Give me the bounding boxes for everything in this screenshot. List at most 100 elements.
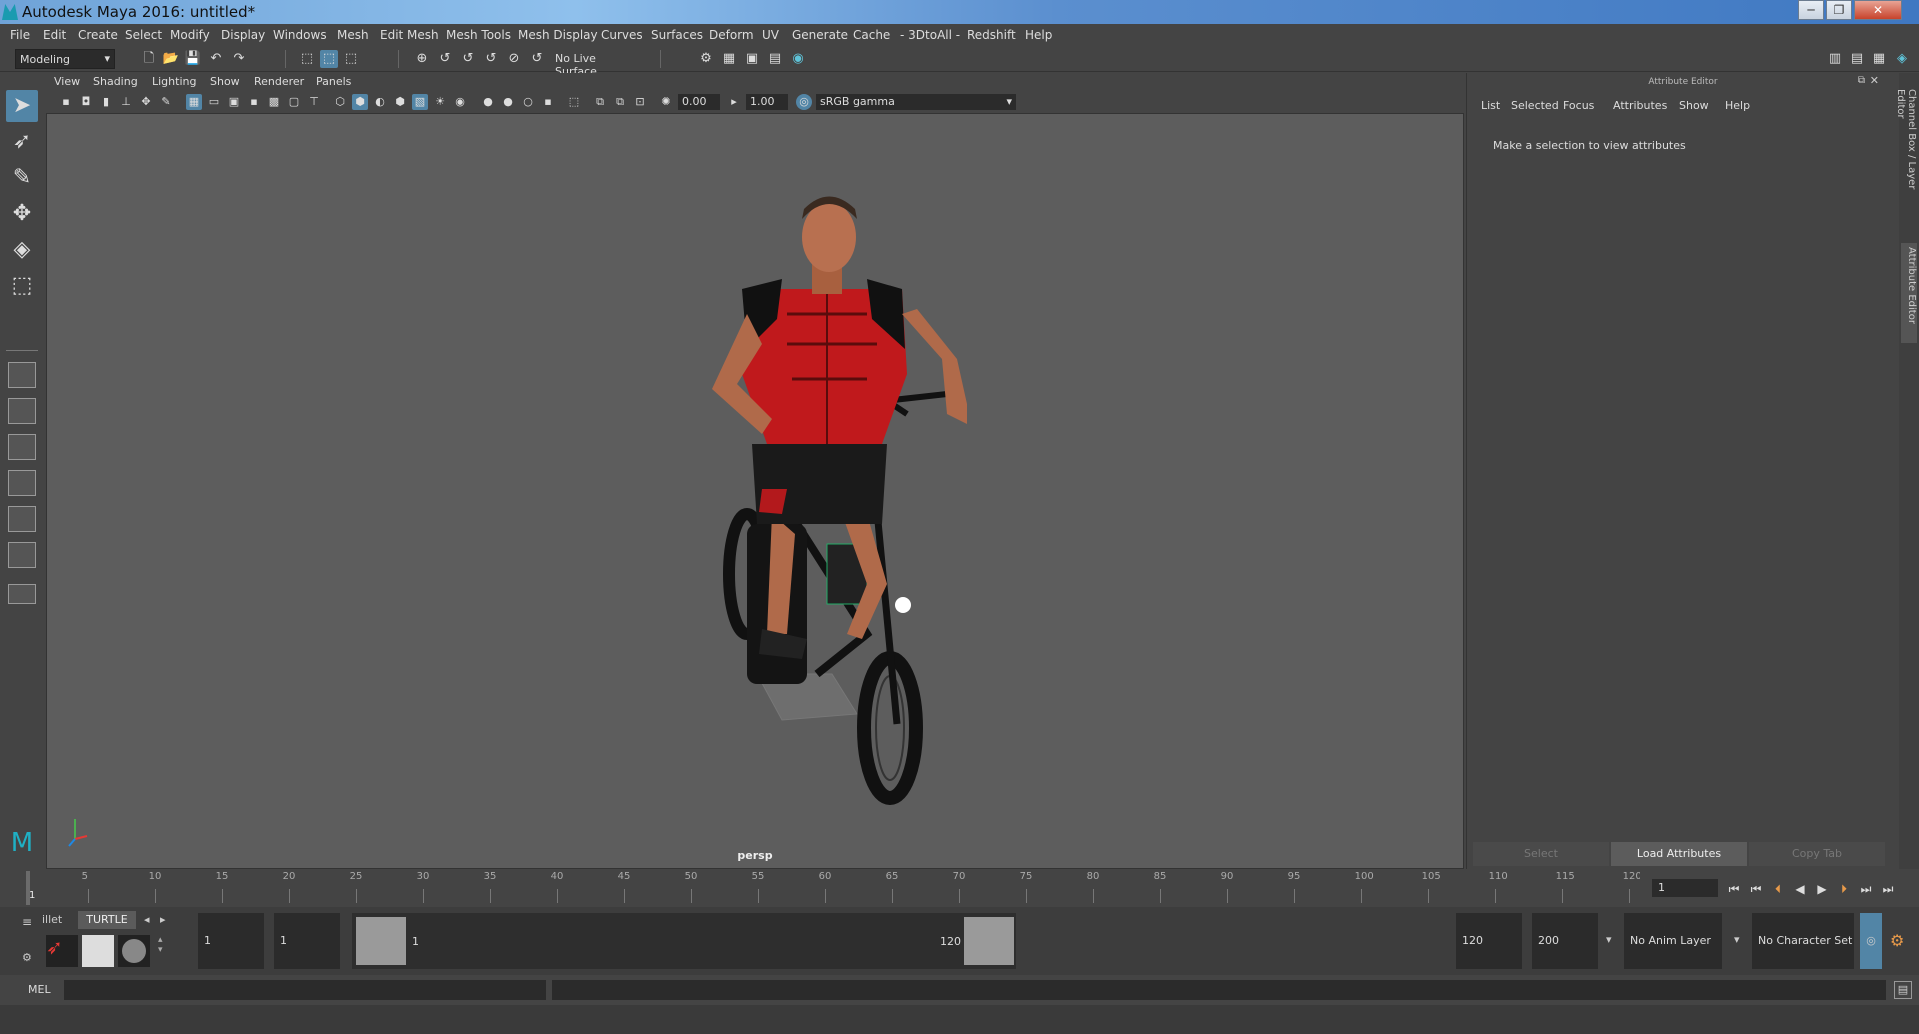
snap-view-icon[interactable]: ↺	[482, 50, 500, 68]
four-view-layout-icon[interactable]	[8, 398, 36, 424]
film-gate-icon[interactable]: ▭	[206, 94, 222, 110]
snap-point-icon[interactable]: ↺	[459, 50, 477, 68]
anti-aliasing-icon[interactable]: ○	[520, 94, 536, 110]
single-perspective-layout-icon[interactable]	[8, 362, 36, 388]
menu-cache[interactable]: Cache	[853, 28, 890, 42]
menu-redshift[interactable]: Redshift	[967, 28, 1016, 42]
select-button[interactable]: Select	[1473, 842, 1609, 866]
step-back-key-icon[interactable]: ⏮	[1748, 881, 1764, 897]
shelf-menu-icon[interactable]: ≡	[22, 915, 36, 929]
menu-display[interactable]: Display	[221, 28, 265, 42]
gamma-field[interactable]: 1.00	[746, 94, 788, 110]
textured-icon[interactable]: ⬢	[392, 94, 408, 110]
modeling-toolkit-icon[interactable]: ▥	[1826, 50, 1844, 68]
field-chart-icon[interactable]: ▩	[266, 94, 282, 110]
maximize-button[interactable]: ❐	[1826, 0, 1852, 20]
viewport-menu-lighting[interactable]: Lighting	[152, 75, 196, 88]
mode-dropdown[interactable]: Modeling ▾	[15, 49, 115, 69]
persp-graph-layout-icon[interactable]	[8, 470, 36, 496]
menu-mesh-tools[interactable]: Mesh Tools	[446, 28, 511, 42]
rotate-tool-icon[interactable]: ◈	[6, 234, 38, 266]
viewport-menu-renderer[interactable]: Renderer	[254, 75, 304, 88]
menu-generate[interactable]: Generate	[792, 28, 848, 42]
turtle-sphere-shelf-icon[interactable]	[118, 935, 150, 967]
motion-blur-icon[interactable]: ●	[500, 94, 516, 110]
select-object-icon[interactable]: ⬚	[320, 50, 338, 68]
attr-menu-show[interactable]: Show	[1679, 99, 1709, 112]
close-panel-icon[interactable]: ✕	[1870, 74, 1879, 87]
script-editor-icon[interactable]: ▤	[1894, 981, 1912, 999]
playback-end-field[interactable]: 120	[1456, 913, 1522, 969]
menu-mesh[interactable]: Mesh	[337, 28, 369, 42]
isolate-select-icon[interactable]: ⬚	[566, 94, 582, 110]
viewport-menu-shading[interactable]: Shading	[93, 75, 138, 88]
perspective-viewport[interactable]: persp	[46, 113, 1464, 869]
use-all-lights-icon[interactable]: ▧	[412, 94, 428, 110]
lasso-tool-icon[interactable]: ➶	[6, 126, 38, 158]
safe-title-icon[interactable]: ⊤	[306, 94, 322, 110]
move-tool-icon[interactable]: ✥	[6, 198, 38, 230]
go-to-end-icon[interactable]: ⏭	[1880, 881, 1896, 897]
shelf-scroll-right-icon[interactable]: ▸	[160, 913, 166, 926]
screen-space-ao-icon[interactable]: ●	[480, 94, 496, 110]
shelf-scroll-vertical-icon[interactable]: ▴ ▾	[158, 935, 170, 967]
paint-select-tool-icon[interactable]: ✎	[6, 162, 38, 194]
tab-channel-box[interactable]: Channel Box / Layer Editor	[1895, 85, 1917, 225]
bookmark-icon[interactable]: ▮	[98, 94, 114, 110]
hypershade-icon[interactable]: ◉	[789, 50, 807, 68]
backface-icon[interactable]: ⊡	[632, 94, 648, 110]
attr-menu-attributes[interactable]: Attributes	[1613, 99, 1667, 112]
current-frame-field[interactable]: 1	[1652, 879, 1718, 897]
menu-file[interactable]: File	[10, 28, 30, 42]
redo-icon[interactable]: ↷	[230, 50, 248, 68]
load-attributes-button[interactable]: Load Attributes	[1611, 842, 1747, 866]
gamma-icon[interactable]: ▸	[726, 94, 742, 110]
gate-mask-icon[interactable]: ▪	[246, 94, 262, 110]
snap-curve-icon[interactable]: ↺	[436, 50, 454, 68]
viewport-menu-panels[interactable]: Panels	[316, 75, 351, 88]
tab-attribute-editor[interactable]: Attribute Editor	[1901, 243, 1917, 343]
shelf-scroll-left-icon[interactable]: ◂	[144, 913, 150, 926]
menu-uv[interactable]: UV	[762, 28, 779, 42]
shelf-tab-turtle[interactable]: TURTLE	[78, 911, 136, 929]
image-plane-icon[interactable]: ⊥	[118, 94, 134, 110]
copy-tab-button[interactable]: Copy Tab	[1749, 842, 1885, 866]
auto-key-icon[interactable]: ◎	[1860, 913, 1882, 969]
shelf-tab-partial[interactable]: illet	[42, 913, 62, 926]
grease-pencil-icon[interactable]: ✎	[158, 94, 174, 110]
hypershade-layout-icon[interactable]	[8, 506, 36, 532]
chevron-down-icon[interactable]: ▾	[1734, 933, 1740, 946]
menu-3dtoall[interactable]: - 3DtoAll -	[900, 28, 960, 42]
range-slider[interactable]: 1 120	[352, 913, 1016, 969]
menu-edit-mesh[interactable]: Edit Mesh	[380, 28, 439, 42]
character-set-dropdown[interactable]: No Character Set	[1752, 913, 1854, 969]
grid-icon[interactable]: ▦	[186, 94, 202, 110]
two-d-pan-icon[interactable]: ✥	[138, 94, 154, 110]
camera-attributes-icon[interactable]: ◘	[78, 94, 94, 110]
menu-help[interactable]: Help	[1025, 28, 1052, 42]
menu-modify[interactable]: Modify	[170, 28, 210, 42]
scene-start-field[interactable]: 1	[198, 913, 264, 969]
turtle-material-shelf-icon[interactable]	[82, 935, 114, 967]
attr-menu-help[interactable]: Help	[1725, 99, 1750, 112]
play-backwards-icon[interactable]: ◀	[1792, 881, 1808, 897]
resolution-gate-icon[interactable]: ▣	[226, 94, 242, 110]
menu-surfaces[interactable]: Surfaces	[651, 28, 703, 42]
attr-menu-list[interactable]: List	[1481, 99, 1500, 112]
tool-settings-icon[interactable]: ▦	[1870, 50, 1888, 68]
shelf-settings-icon[interactable]: ⚙	[22, 951, 32, 964]
close-button[interactable]: ✕	[1854, 0, 1902, 20]
attr-menu-focus[interactable]: Focus	[1563, 99, 1594, 112]
persp-uv-layout-icon[interactable]	[8, 542, 36, 568]
scale-tool-icon[interactable]: ⬚	[6, 270, 38, 302]
save-scene-icon[interactable]: 💾	[184, 50, 202, 68]
xray-icon[interactable]: ⧉	[592, 94, 608, 110]
range-end-handle[interactable]	[964, 917, 1014, 965]
collapse-layouts-icon[interactable]	[8, 584, 36, 604]
smooth-shade-icon[interactable]: ⬢	[352, 94, 368, 110]
shadows-icon[interactable]: ☀	[432, 94, 448, 110]
render-frame-icon[interactable]: ▣	[743, 50, 761, 68]
anim-layer-dropdown[interactable]: No Anim Layer	[1624, 913, 1722, 969]
step-forward-key-icon[interactable]: ⏭	[1858, 881, 1874, 897]
exposure-field[interactable]: 0.00	[678, 94, 720, 110]
